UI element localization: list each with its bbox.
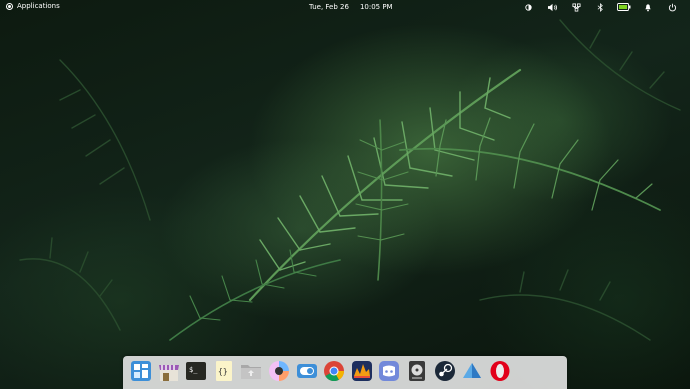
opera-icon (490, 361, 510, 381)
power-icon[interactable] (660, 2, 684, 12)
wifi-icon[interactable] (564, 2, 588, 12)
svg-text:{}: {} (218, 367, 228, 376)
chrome-icon (324, 361, 345, 382)
dock-item-code[interactable]: {} (212, 359, 236, 383)
applications-icon (6, 2, 13, 10)
dock-item-files[interactable] (239, 359, 263, 383)
dock-item-palette[interactable] (267, 359, 291, 383)
dock-item-system-settings[interactable] (295, 359, 319, 383)
system-tray (516, 2, 684, 12)
disk-icon (408, 361, 425, 381)
night-light-icon[interactable] (516, 2, 540, 12)
bluetooth-icon[interactable] (588, 2, 612, 12)
dock-item-disk-utility[interactable] (405, 359, 429, 383)
fern-wallpaper-image (19, 19, 681, 341)
volume-icon[interactable] (540, 2, 564, 12)
dock-item-chrome[interactable] (322, 359, 346, 383)
dock-item-discord[interactable] (377, 359, 401, 383)
dock-item-opera[interactable] (488, 359, 512, 383)
toggle-icon (296, 364, 317, 378)
dock-item-terminal[interactable]: $_ (184, 359, 208, 383)
discord-icon (379, 361, 400, 381)
desktop-wallpaper (0, 0, 690, 389)
svg-text:$_: $_ (189, 366, 198, 374)
dock-item-multitasking-view[interactable] (129, 359, 153, 383)
audio-icon (351, 361, 372, 381)
multitasking-icon (131, 361, 151, 381)
applications-label: Applications (17, 2, 60, 10)
dock-item-audacious[interactable] (350, 359, 374, 383)
sideload-icon (463, 363, 482, 380)
store-icon (158, 365, 179, 381)
code-icon: {} (215, 361, 232, 381)
dock-item-steam[interactable] (433, 359, 457, 383)
terminal-icon: $_ (186, 362, 207, 380)
date-label: Tue, Feb 26 (309, 3, 349, 11)
folder-icon (241, 365, 262, 379)
top-panel: Applications Tue, Feb 26 10:05 PM (0, 0, 690, 14)
battery-icon[interactable] (612, 2, 636, 12)
dock-item-sideload[interactable] (460, 359, 484, 383)
steam-icon (434, 361, 455, 381)
palette-icon (268, 361, 289, 381)
time-label: 10:05 PM (359, 3, 393, 11)
dock-item-appcenter[interactable] (157, 359, 181, 383)
applications-menu-button[interactable]: Applications (6, 2, 60, 10)
notifications-icon[interactable] (636, 2, 660, 12)
datetime-indicator[interactable]: Tue, Feb 26 10:05 PM (309, 3, 393, 11)
dock: $_ {} (123, 356, 567, 389)
